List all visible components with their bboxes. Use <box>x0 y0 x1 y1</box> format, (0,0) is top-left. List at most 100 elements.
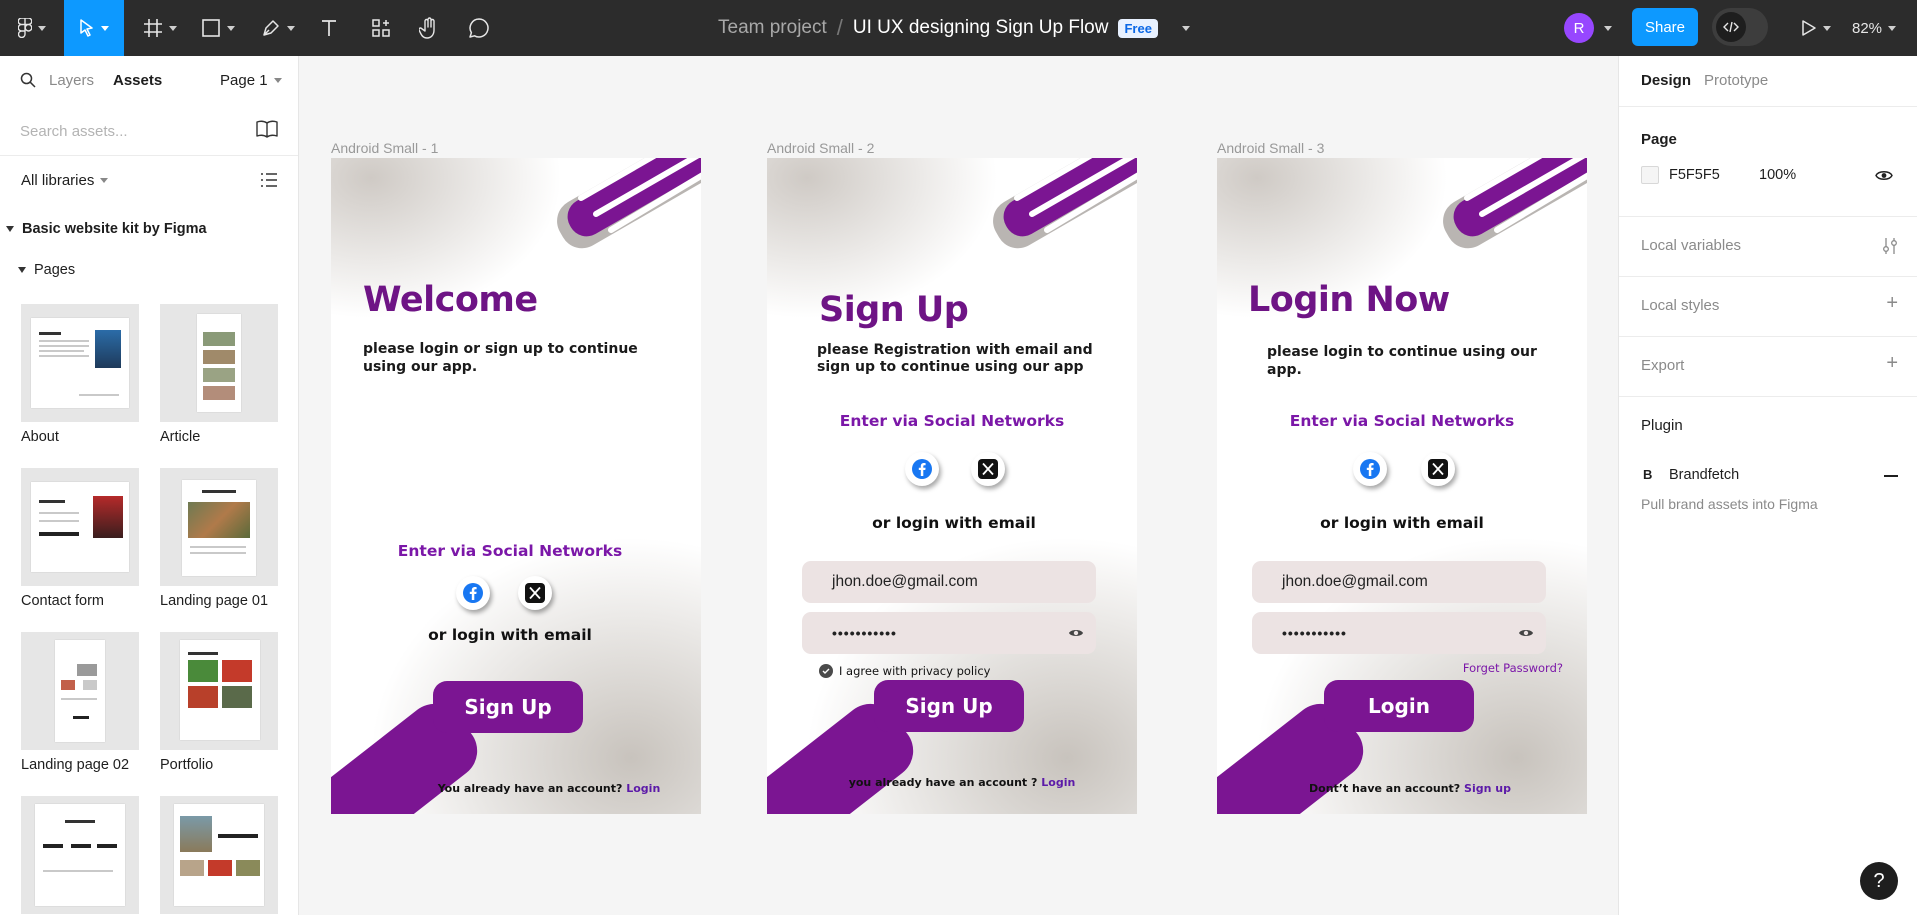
share-button[interactable]: Share <box>1632 8 1698 46</box>
x-twitter-button[interactable] <box>1421 452 1455 486</box>
facebook-button[interactable] <box>456 576 490 610</box>
chevron-down-icon <box>287 25 295 31</box>
privacy-agree-checkbox[interactable]: I agree with privacy policy <box>819 664 990 678</box>
page-thumbnail-portfolio[interactable] <box>160 632 278 750</box>
shape-tool-button[interactable] <box>196 0 240 56</box>
libraries-row: All libraries <box>0 156 298 206</box>
breadcrumb: Team project / UI UX designing Sign Up F… <box>718 0 1190 56</box>
social-heading: Enter via Social Networks <box>1289 412 1515 430</box>
remove-plugin-minus-icon[interactable] <box>1884 475 1898 477</box>
frame-android-small-3[interactable]: Login Now please login to continue using… <box>1217 158 1587 814</box>
forgot-password-link[interactable]: Forget Password? <box>1463 661 1563 675</box>
page-color-hex[interactable]: F5F5F5 <box>1669 167 1720 183</box>
library-book-icon[interactable] <box>256 120 278 138</box>
chevron-down-icon[interactable] <box>1604 26 1612 31</box>
x-logo-icon <box>525 583 545 603</box>
decorative-stripes-shape <box>557 158 701 249</box>
add-style-plus-icon[interactable]: + <box>1886 292 1898 315</box>
hand-icon <box>419 17 435 39</box>
sign-up-button[interactable]: Sign Up <box>874 680 1024 732</box>
tab-layers[interactable]: Layers <box>49 72 94 89</box>
move-tool-button[interactable] <box>64 0 124 56</box>
sign-up-button[interactable]: Sign Up <box>433 681 583 733</box>
frame-label[interactable]: Android Small - 1 <box>331 140 438 156</box>
pages-section-header[interactable]: Pages <box>18 262 75 278</box>
page-thumbnail-landing-01[interactable] <box>160 468 278 586</box>
x-twitter-button[interactable] <box>518 576 552 610</box>
frame-label[interactable]: Android Small - 3 <box>1217 140 1324 156</box>
password-field[interactable]: ••••••••••• <box>802 612 1096 654</box>
sign-up-link[interactable]: Sign up <box>1464 782 1511 795</box>
tab-assets[interactable]: Assets <box>113 72 162 89</box>
facebook-button[interactable] <box>1353 452 1387 486</box>
variables-adjust-icon[interactable] <box>1882 237 1898 255</box>
login-button[interactable]: Login <box>1324 680 1474 732</box>
page-thumbnail-pricing[interactable] <box>21 796 139 914</box>
comment-tool-button[interactable] <box>466 0 492 56</box>
password-value: ••••••••••• <box>832 625 897 641</box>
page-thumbnail-landing-02[interactable] <box>21 632 139 750</box>
eye-icon[interactable] <box>1068 627 1084 639</box>
pen-tool-button[interactable] <box>256 0 300 56</box>
page-thumbnail-about[interactable] <box>21 304 139 422</box>
tab-design[interactable]: Design <box>1641 72 1691 89</box>
decorative-stripes-shape <box>1443 158 1587 249</box>
local-variables-section[interactable]: Local variables <box>1619 216 1917 276</box>
page-thumbnail-contact-form[interactable] <box>21 468 139 586</box>
thumbnail-preview <box>35 804 125 906</box>
page-selector[interactable]: Page 1 <box>220 72 282 89</box>
x-twitter-button[interactable] <box>971 452 1005 486</box>
list-view-icon[interactable] <box>260 172 278 188</box>
zoom-menu[interactable]: 82% <box>1852 0 1897 56</box>
avatar[interactable]: R <box>1564 13 1594 43</box>
thumbnail-preview <box>31 318 129 408</box>
frame-label[interactable]: Android Small - 2 <box>767 140 874 156</box>
login-link[interactable]: Login <box>626 782 660 795</box>
plugin-name[interactable]: Brandfetch <box>1669 467 1739 483</box>
frame-tool-button[interactable] <box>138 0 182 56</box>
design-canvas[interactable]: Android Small - 1 Welcome please login o… <box>299 56 1618 915</box>
search-assets-input[interactable] <box>20 118 240 144</box>
zoom-level: 82% <box>1852 19 1883 37</box>
password-field[interactable]: ••••••••••• <box>1252 612 1546 654</box>
frame-title: Login Now <box>1248 280 1450 320</box>
dev-mode-toggle[interactable] <box>1712 8 1768 46</box>
thumbnail-preview <box>55 640 105 742</box>
facebook-button[interactable] <box>905 452 939 486</box>
email-field[interactable]: jhon.doe@gmail.com <box>1252 561 1546 603</box>
present-button[interactable] <box>1796 0 1836 56</box>
x-logo-icon <box>978 459 998 479</box>
library-section-header[interactable]: Basic website kit by Figma <box>6 221 207 237</box>
help-button[interactable]: ? <box>1860 862 1898 900</box>
tab-prototype[interactable]: Prototype <box>1704 72 1768 89</box>
frame-title: Sign Up <box>819 290 969 330</box>
file-name[interactable]: UI UX designing Sign Up Flow <box>853 17 1109 39</box>
eye-icon[interactable] <box>1875 169 1893 182</box>
disclosure-triangle-icon <box>6 226 14 232</box>
breadcrumb-team[interactable]: Team project <box>718 17 827 39</box>
local-styles-section[interactable]: Local styles + <box>1619 276 1917 336</box>
hand-tool-button[interactable] <box>416 0 442 56</box>
search-icon[interactable] <box>20 72 36 88</box>
library-name: Basic website kit by Figma <box>22 221 207 237</box>
asset-search-row <box>0 106 298 156</box>
page-color-swatch[interactable] <box>1641 166 1659 184</box>
page-opacity[interactable]: 100% <box>1759 167 1796 183</box>
login-link[interactable]: Login <box>1041 776 1075 789</box>
email-field[interactable]: jhon.doe@gmail.com <box>802 561 1096 603</box>
page-thumbnail-product[interactable] <box>160 796 278 914</box>
frame-android-small-2[interactable]: Sign Up please Registration with email a… <box>767 158 1137 814</box>
page-thumbnail-article[interactable] <box>160 304 278 422</box>
text-tool-button[interactable] <box>316 0 342 56</box>
pen-icon <box>263 20 279 36</box>
add-export-plus-icon[interactable]: + <box>1886 352 1898 375</box>
chevron-down-icon <box>169 25 177 31</box>
eye-icon[interactable] <box>1518 627 1534 639</box>
all-libraries-dropdown[interactable]: All libraries <box>21 172 109 189</box>
checkmark-icon <box>819 664 833 678</box>
chevron-down-icon[interactable] <box>1181 25 1190 31</box>
main-menu-button[interactable] <box>10 0 54 56</box>
actions-tool-button[interactable] <box>368 0 394 56</box>
export-section[interactable]: Export + <box>1619 336 1917 396</box>
frame-android-small-1[interactable]: Welcome please login or sign up to conti… <box>331 158 701 814</box>
